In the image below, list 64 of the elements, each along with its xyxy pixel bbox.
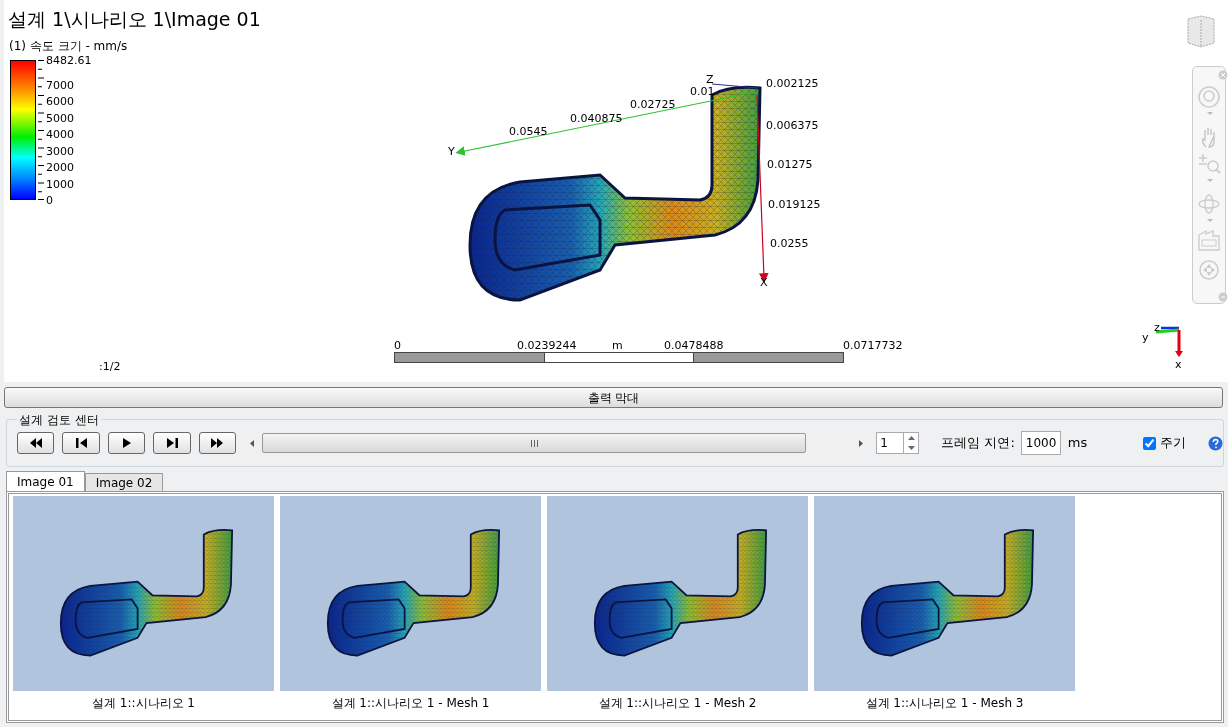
triad-axis-label: y xyxy=(1142,330,1149,346)
step-forward-icon xyxy=(165,438,179,448)
legend-title: (1) 속도 크기 - mm/s xyxy=(9,38,128,55)
play-button[interactable] xyxy=(107,432,146,454)
zoom-ratio: :1/2 xyxy=(99,359,121,375)
loop-label: 주기 xyxy=(1160,434,1187,453)
scale-label: 0.0478488 xyxy=(664,338,724,354)
legend-label: 2000 xyxy=(46,162,74,174)
legend-label: 5000 xyxy=(46,112,74,125)
loop-checkbox[interactable] xyxy=(1143,436,1157,450)
thumbnail-caption: 설계 1::시나리오 1 - Mesh 3 xyxy=(865,695,1024,712)
step-forward-button[interactable] xyxy=(153,432,191,454)
axis-tick-label: 0.040875 xyxy=(570,111,623,127)
view-title: 설계 1\시나리오 1\Image 01 xyxy=(8,7,261,32)
axis-tick-label: 0.0545 xyxy=(509,124,548,140)
scroll-right-icon[interactable] xyxy=(859,439,864,447)
triad-axis-label: x xyxy=(1175,357,1182,373)
legend-label: 8482.61 xyxy=(46,55,92,67)
unit-label: ms xyxy=(1067,434,1088,453)
tab[interactable]: Image 02 xyxy=(84,473,164,491)
thumbnail-caption: 설계 1::시나리오 1 - Mesh 1 xyxy=(331,695,490,712)
thumbnail-image[interactable] xyxy=(13,496,274,691)
axis-label: Z xyxy=(706,72,714,87)
scale-label: 0.0239244 xyxy=(517,338,577,354)
z-axis-line xyxy=(711,83,759,89)
frame-delay-label: 프레임 지연: xyxy=(941,434,1015,453)
legend-label: 0 xyxy=(46,195,53,207)
legend-label: 3000 xyxy=(46,145,74,158)
axis-tick-label: 0.01 xyxy=(690,84,715,100)
frame-spinner[interactable]: 1 xyxy=(876,432,920,454)
legend-label: 4000 xyxy=(46,129,74,141)
axis-label: X xyxy=(760,275,768,291)
step-back-icon xyxy=(74,438,88,448)
legend-label: 1000 xyxy=(46,178,74,191)
legend-label: 6000 xyxy=(46,96,74,108)
step-back-button[interactable] xyxy=(62,432,100,454)
scrollbar-thumb[interactable] xyxy=(262,433,807,453)
axis-tick-label: 0.02725 xyxy=(630,97,676,113)
fast-forward-button[interactable] xyxy=(198,432,237,454)
tab[interactable]: Image 01 xyxy=(6,471,85,491)
grip-icon xyxy=(530,439,538,447)
thumbnail-caption: 설계 1::시나리오 1 xyxy=(92,695,195,712)
axis-tick-label: 0.006375 xyxy=(766,118,819,134)
axis-tick-label: 0.0255 xyxy=(770,236,809,252)
axis-tick-label: 0.002125 xyxy=(766,76,819,92)
triad-axis-label: z xyxy=(1154,320,1160,336)
thumbnail-image[interactable] xyxy=(280,496,541,691)
rewind-button[interactable] xyxy=(17,432,55,454)
thumbnail-image[interactable] xyxy=(547,496,808,691)
scale-label: 0.0717732 xyxy=(843,338,903,354)
axis-label: Y xyxy=(448,144,455,160)
scale-unit: m xyxy=(612,338,623,354)
scroll-left-icon[interactable] xyxy=(250,439,255,447)
scale-label: 0 xyxy=(394,338,401,354)
rewind-icon xyxy=(29,438,43,448)
axis-tick-label: 0.019125 xyxy=(768,197,821,213)
help-icon[interactable] xyxy=(1208,435,1223,451)
frame-delay-input[interactable]: 1000 xyxy=(1020,431,1061,455)
axis-tick-label: 0.01275 xyxy=(767,157,813,173)
fast-forward-icon xyxy=(210,438,224,448)
thumbnail-caption: 설계 1::시나리오 1 - Mesh 2 xyxy=(598,695,757,712)
thumbnail-image[interactable] xyxy=(814,496,1075,691)
output-bar-button[interactable]: 출력 막대 xyxy=(4,387,1223,408)
legend-label: 7000 xyxy=(46,79,74,92)
